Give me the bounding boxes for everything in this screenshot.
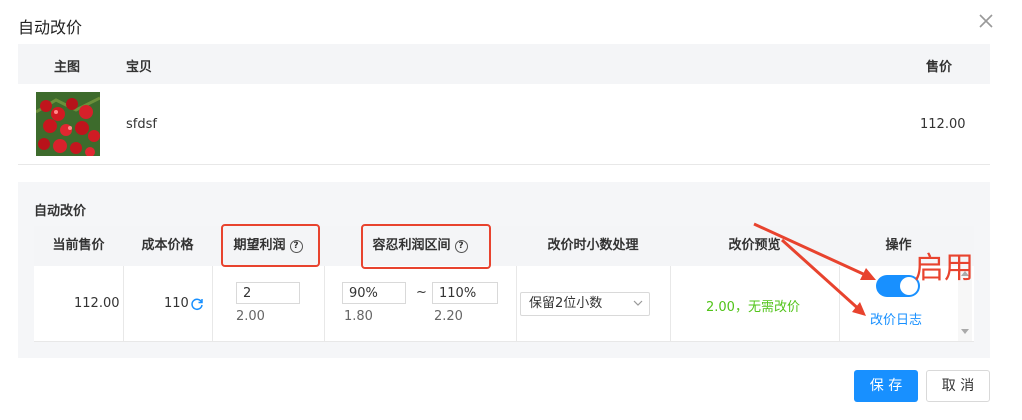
current-price-value: 112.00 <box>74 296 120 311</box>
refresh-icon[interactable] <box>190 297 204 311</box>
scroll-down-icon[interactable] <box>961 329 969 335</box>
cancel-button[interactable]: 取 消 <box>926 370 990 402</box>
header-cost-price: 成本价格 <box>141 238 194 253</box>
product-price: 112.00 <box>920 117 966 132</box>
close-icon[interactable] <box>976 11 996 31</box>
annotation-label: 启用 <box>914 251 974 286</box>
header-current-price: 当前售价 <box>52 238 105 253</box>
product-row: sfdsf 112.00 <box>18 84 990 165</box>
header-price: 售价 <box>926 60 953 75</box>
cost-price-value: 110 <box>164 296 189 311</box>
product-image <box>36 92 100 156</box>
header-item: 宝贝 <box>126 60 153 75</box>
chevron-down-icon <box>633 300 643 306</box>
annotation-box-expected-profit <box>221 224 320 267</box>
annotation-box-tolerance-range <box>361 224 491 269</box>
decimal-handling-select[interactable]: 保留2位小数 <box>520 292 650 316</box>
section-title: 自动改价 <box>34 204 87 219</box>
tolerance-min-input[interactable]: 90% <box>342 282 406 304</box>
product-name: sfdsf <box>126 117 157 132</box>
tolerance-max-input[interactable]: 110% <box>432 282 498 304</box>
tolerance-max-calc: 2.20 <box>434 309 463 324</box>
tolerance-separator: ~ <box>416 285 427 300</box>
product-table-header: 主图 宝贝 售价 <box>18 44 990 84</box>
save-button[interactable]: 保 存 <box>854 370 918 402</box>
tolerance-min-calc: 1.80 <box>344 309 373 324</box>
header-image: 主图 <box>54 60 81 75</box>
expected-profit-input[interactable]: 2 <box>236 282 300 304</box>
dialog-title: 自动改价 <box>18 18 83 37</box>
annotation-arrows <box>753 222 876 316</box>
expected-profit-calc: 2.00 <box>236 309 265 324</box>
header-decimal-handling: 改价时小数处理 <box>547 238 639 253</box>
decimal-handling-value: 保留2位小数 <box>529 296 603 311</box>
